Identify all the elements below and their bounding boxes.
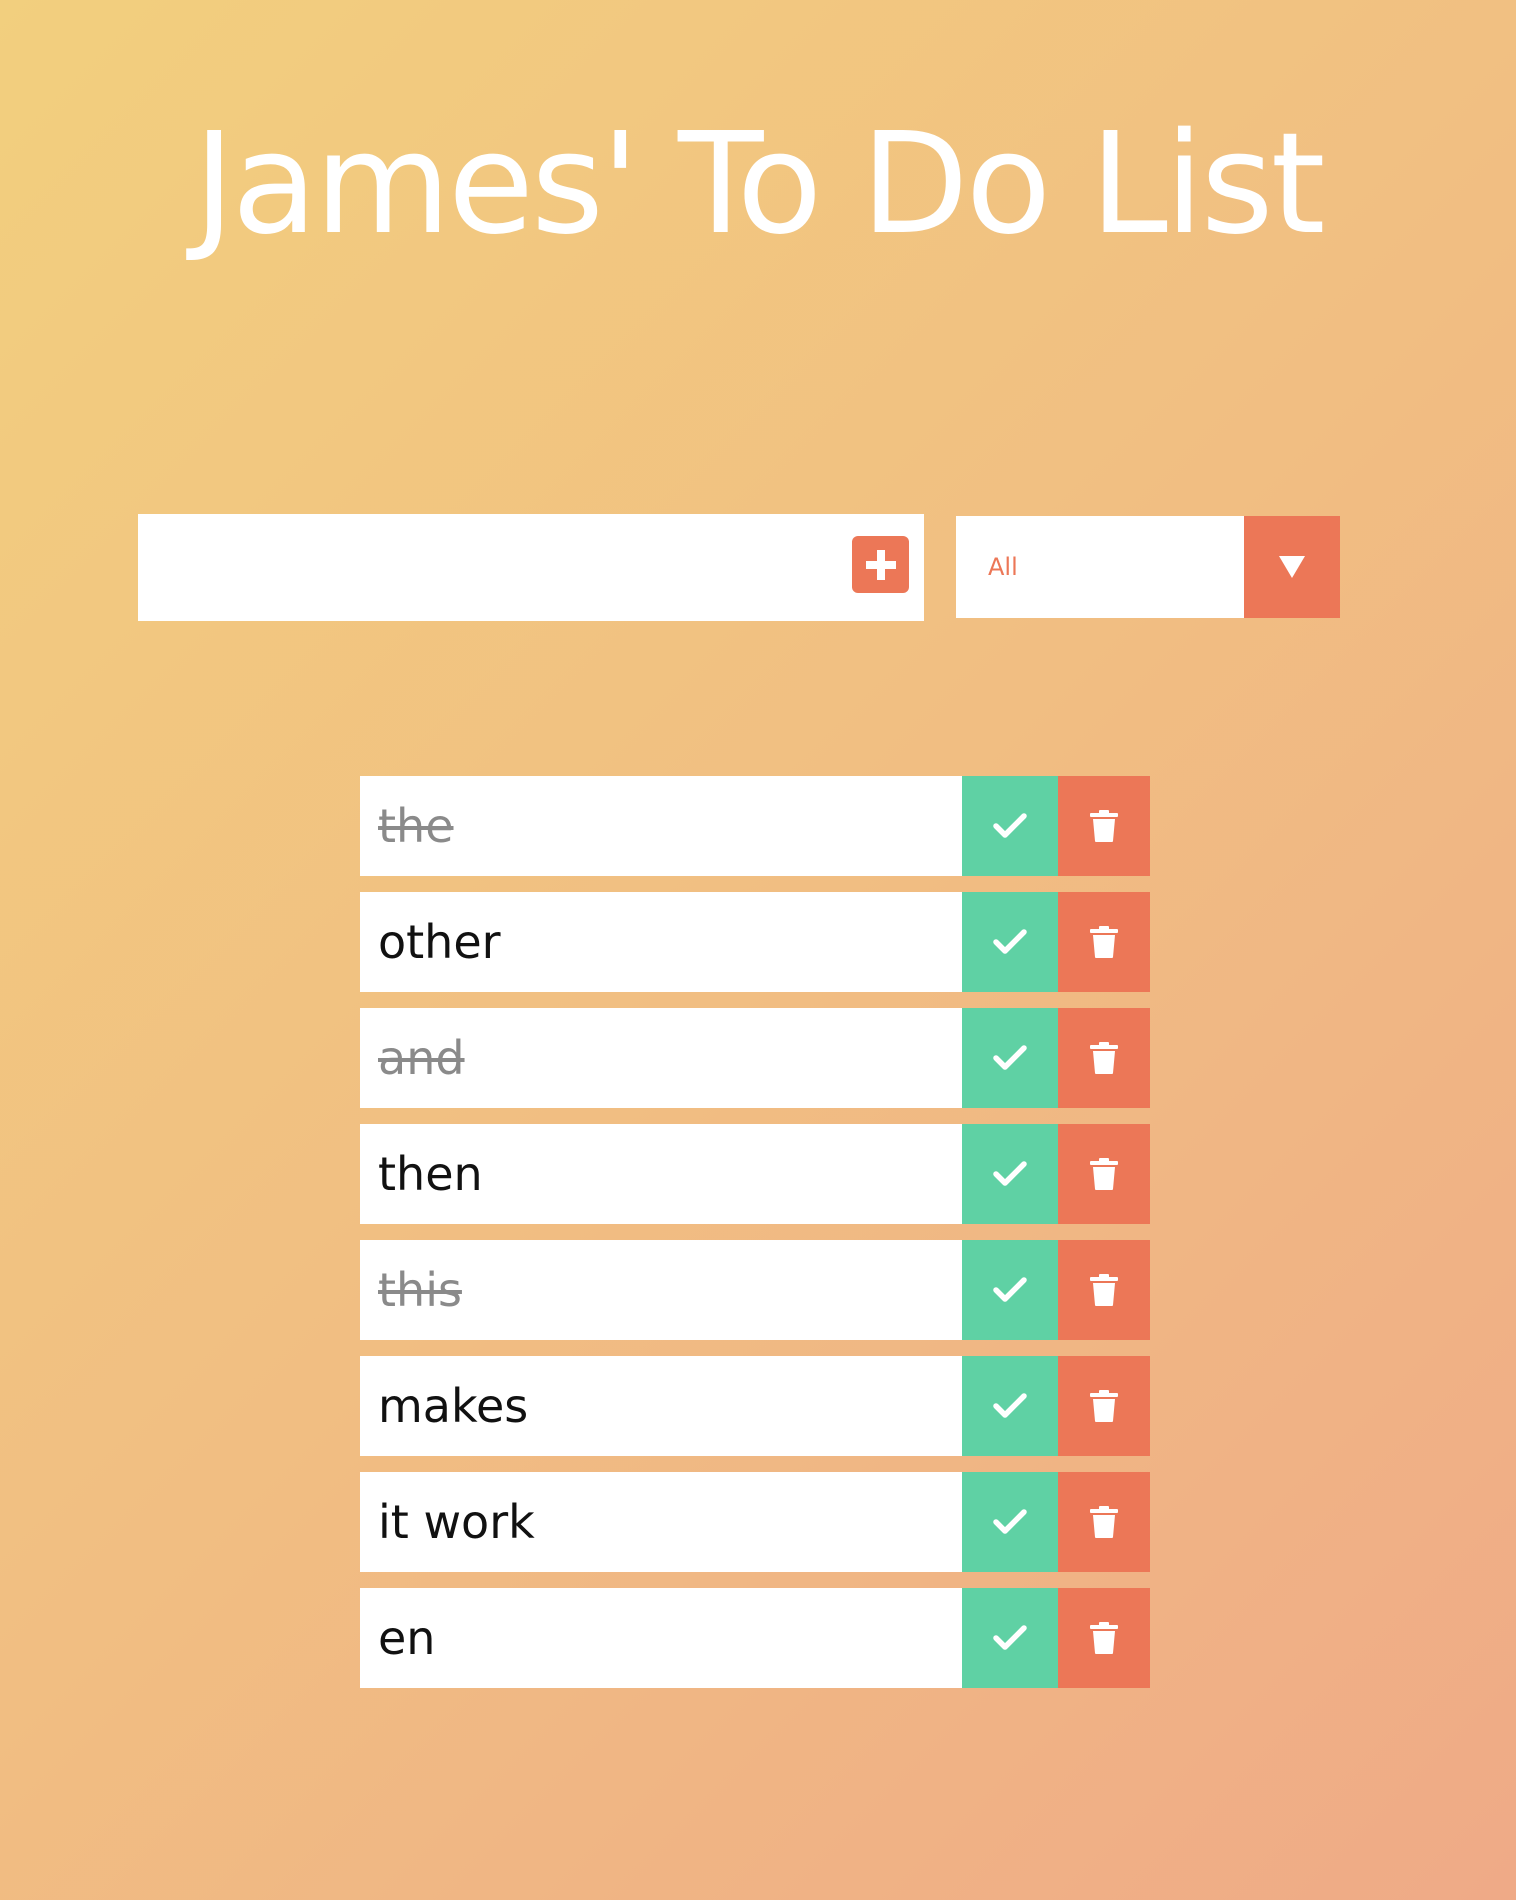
todo-item: then <box>360 1124 1150 1224</box>
todo-text-cell: the <box>360 776 962 876</box>
todo-list: the other and then this makes it work en <box>360 776 1150 1704</box>
check-icon <box>993 813 1027 838</box>
todo-item: and <box>360 1008 1150 1108</box>
todo-text-cell: en <box>360 1588 962 1688</box>
trash-icon <box>1090 1622 1118 1654</box>
delete-button[interactable] <box>1058 1472 1150 1572</box>
filter-select[interactable]: All <box>956 516 1340 618</box>
complete-button[interactable] <box>962 1008 1058 1108</box>
complete-button[interactable] <box>962 1472 1058 1572</box>
filter-selected-value: All <box>988 553 1018 581</box>
trash-icon <box>1090 1506 1118 1538</box>
delete-button[interactable] <box>1058 892 1150 992</box>
plus-icon <box>865 549 896 580</box>
delete-button[interactable] <box>1058 1240 1150 1340</box>
trash-icon <box>1090 1390 1118 1422</box>
check-icon <box>993 1277 1027 1302</box>
check-icon <box>993 929 1027 954</box>
todo-text-cell: then <box>360 1124 962 1224</box>
todo-text-cell: other <box>360 892 962 992</box>
todo-text: the <box>378 799 454 853</box>
todo-text-cell: and <box>360 1008 962 1108</box>
todo-input[interactable] <box>138 514 828 621</box>
delete-button[interactable] <box>1058 776 1150 876</box>
check-icon <box>993 1625 1027 1650</box>
add-todo-button[interactable] <box>852 536 909 593</box>
todo-item: makes <box>360 1356 1150 1456</box>
delete-button[interactable] <box>1058 1008 1150 1108</box>
todo-text: and <box>378 1031 465 1085</box>
check-icon <box>993 1045 1027 1070</box>
todo-text: then <box>378 1147 483 1201</box>
todo-text: en <box>378 1611 436 1665</box>
complete-button[interactable] <box>962 1588 1058 1688</box>
todo-text: this <box>378 1263 462 1317</box>
complete-button[interactable] <box>962 1124 1058 1224</box>
complete-button[interactable] <box>962 776 1058 876</box>
todo-item: the <box>360 776 1150 876</box>
todo-text-cell: it work <box>360 1472 962 1572</box>
delete-button[interactable] <box>1058 1588 1150 1688</box>
todo-text: makes <box>378 1379 529 1433</box>
check-icon <box>993 1393 1027 1418</box>
trash-icon <box>1090 926 1118 958</box>
complete-button[interactable] <box>962 892 1058 992</box>
todo-text: other <box>378 915 501 969</box>
triangle-down-icon <box>1279 556 1305 578</box>
delete-button[interactable] <box>1058 1356 1150 1456</box>
check-icon <box>993 1161 1027 1186</box>
todo-item: other <box>360 892 1150 992</box>
todo-input-container <box>138 514 924 621</box>
complete-button[interactable] <box>962 1240 1058 1340</box>
delete-button[interactable] <box>1058 1124 1150 1224</box>
check-icon <box>993 1509 1027 1534</box>
todo-text-cell: this <box>360 1240 962 1340</box>
trash-icon <box>1090 810 1118 842</box>
complete-button[interactable] <box>962 1356 1058 1456</box>
trash-icon <box>1090 1158 1118 1190</box>
trash-icon <box>1090 1274 1118 1306</box>
todo-text-cell: makes <box>360 1356 962 1456</box>
page-title: James' To Do List <box>193 103 1325 266</box>
filter-dropdown-button[interactable] <box>1244 516 1340 618</box>
todo-item: en <box>360 1588 1150 1688</box>
todo-text: it work <box>378 1495 535 1549</box>
todo-item: it work <box>360 1472 1150 1572</box>
todo-item: this <box>360 1240 1150 1340</box>
trash-icon <box>1090 1042 1118 1074</box>
